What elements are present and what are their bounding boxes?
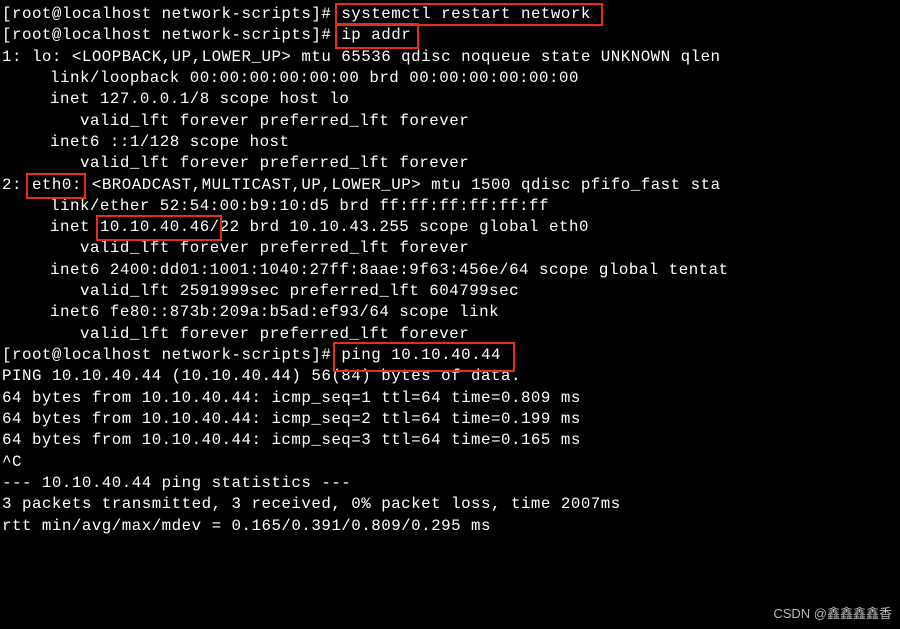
ping-header: PING 10.10.40.44 (10.10.40.44) 56(84) by… <box>2 366 898 387</box>
eth0-ip-address: 10.10.40.46/ <box>100 218 220 236</box>
ping-stats: 3 packets transmitted, 3 received, 0% pa… <box>2 494 898 515</box>
iface-name-eth0: eth0: <box>32 176 82 194</box>
cmd-ip-addr: ip addr <box>341 26 411 44</box>
shell-prompt: [root@localhost network-scripts]# <box>2 26 331 44</box>
ping-reply: 64 bytes from 10.10.40.44: icmp_seq=2 tt… <box>2 409 898 430</box>
ctrl-c: ^C <box>2 452 898 473</box>
terminal-output: [root@localhost network-scripts]# system… <box>2 4 898 537</box>
cmd-ping: ping 10.10.40.44 <box>341 346 501 364</box>
iface-eth0-valid: valid_lft forever preferred_lft forever <box>2 324 898 345</box>
cmd-line-restart[interactable]: [root@localhost network-scripts]# system… <box>2 4 898 25</box>
iface-eth0-valid: valid_lft 2591999sec preferred_lft 60479… <box>2 281 898 302</box>
iface-lo-header: 1: lo: <LOOPBACK,UP,LOWER_UP> mtu 65536 … <box>2 47 898 68</box>
iface-eth0-valid: valid_lft forever preferred_lft forever <box>2 238 898 259</box>
cmd-restart-network: systemctl restart network <box>341 5 591 23</box>
cmd-line-ipaddr[interactable]: [root@localhost network-scripts]# ip add… <box>2 25 898 46</box>
iface-lo-link: link/loopback 00:00:00:00:00:00 brd 00:0… <box>2 68 898 89</box>
iface-lo-inet6: inet6 ::1/128 scope host <box>2 132 898 153</box>
ping-reply: 64 bytes from 10.10.40.44: icmp_seq=1 tt… <box>2 388 898 409</box>
iface-lo-valid: valid_lft forever preferred_lft forever <box>2 153 898 174</box>
iface-eth0-inet6: inet6 2400:dd01:1001:1040:27ff:8aae:9f63… <box>2 260 898 281</box>
iface-lo-inet: inet 127.0.0.1/8 scope host lo <box>2 89 898 110</box>
shell-prompt: [root@localhost network-scripts]# <box>2 346 331 364</box>
iface-eth0-link: link/ether 52:54:00:b9:10:d5 brd ff:ff:f… <box>2 196 898 217</box>
watermark: CSDN @鑫鑫鑫鑫香 <box>773 605 892 623</box>
iface-eth0-inet: inet 10.10.40.46/22 brd 10.10.43.255 sco… <box>2 217 898 238</box>
ping-stats: rtt min/avg/max/mdev = 0.165/0.391/0.809… <box>2 516 898 537</box>
shell-prompt: [root@localhost network-scripts]# <box>2 5 331 23</box>
ping-stats-header: --- 10.10.40.44 ping statistics --- <box>2 473 898 494</box>
iface-eth0-inet6: inet6 fe80::873b:209a:b5ad:ef93/64 scope… <box>2 302 898 323</box>
ping-reply: 64 bytes from 10.10.40.44: icmp_seq=3 tt… <box>2 430 898 451</box>
iface-lo-valid: valid_lft forever preferred_lft forever <box>2 111 898 132</box>
iface-eth0-header: 2: eth0: <BROADCAST,MULTICAST,UP,LOWER_U… <box>2 175 898 196</box>
cmd-line-ping[interactable]: [root@localhost network-scripts]# ping 1… <box>2 345 898 366</box>
